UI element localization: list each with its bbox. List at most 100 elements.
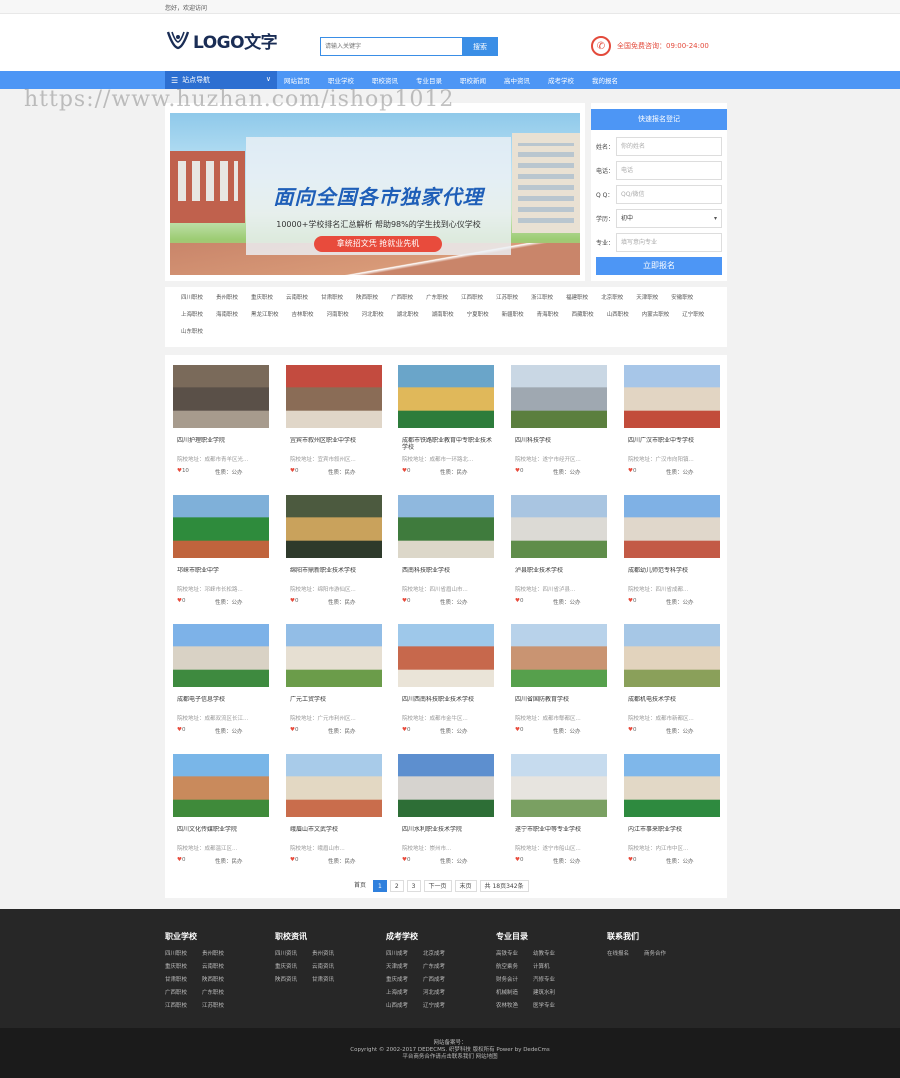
next-page-link[interactable]: 下一页	[423, 880, 452, 892]
footer-link[interactable]: 重庆成考	[386, 975, 423, 983]
region-tag[interactable]: 山东职校	[181, 329, 203, 336]
school-photo[interactable]	[624, 624, 720, 687]
region-tag[interactable]: 四川职校	[181, 295, 203, 302]
school-photo[interactable]	[173, 365, 269, 428]
footer-link[interactable]: 云南资讯	[312, 962, 349, 970]
school-name[interactable]: 成都机电技术学校	[628, 696, 718, 703]
school-card[interactable]: 遂宁市职业中等专业学校 院校地址：遂宁市船山区... ♥0 性质：公办	[503, 744, 607, 865]
footer-link[interactable]: 幼教专业	[533, 949, 570, 957]
footer-link[interactable]: 云南职校	[202, 962, 239, 970]
register-submit-button[interactable]: 立即报名	[596, 257, 722, 275]
school-photo[interactable]	[398, 624, 494, 687]
school-photo[interactable]	[286, 624, 382, 687]
region-tag[interactable]: 吉林职校	[292, 312, 314, 319]
page-link[interactable]: 1	[373, 880, 387, 892]
footer-link[interactable]: 航空乘务	[496, 962, 533, 970]
school-card[interactable]: 四川科技学校 院校地址：遂宁市经开区... ♥0 性质：公办	[503, 355, 607, 476]
footer-link[interactable]: 建筑水利	[533, 988, 570, 996]
school-name[interactable]: 四川水利职业技术学院	[402, 826, 492, 833]
nav-item[interactable]: 网站首页	[284, 75, 310, 85]
school-card[interactable]: 四川广汉市职业中专学校 院校地址：广汉市向阳镇... ♥0 性质：公办	[616, 355, 720, 476]
footer-link[interactable]: 广西成考	[423, 975, 460, 983]
region-tag[interactable]: 西藏职校	[572, 312, 594, 319]
region-tag[interactable]: 山西职校	[607, 312, 629, 319]
footer-link[interactable]: 机械制造	[496, 988, 533, 996]
region-tag[interactable]: 天津职校	[636, 295, 658, 302]
region-tag[interactable]: 宁夏职校	[467, 312, 489, 319]
region-tag[interactable]: 北京职校	[601, 295, 623, 302]
nav-item[interactable]: 我的报名	[592, 75, 618, 85]
school-name[interactable]: 遂宁市职业中等专业学校	[515, 826, 605, 833]
footer-link[interactable]: 农林牧渔	[496, 1001, 533, 1009]
school-photo[interactable]	[511, 624, 607, 687]
region-tag[interactable]: 云南职校	[286, 295, 308, 302]
school-card[interactable]: 四川护理职业学院 院校地址：成都市青羊区光... ♥10 性质：公办	[165, 355, 269, 476]
school-name[interactable]: 邛崃市职业中学	[177, 567, 267, 574]
qq-field[interactable]: QQ/微信	[616, 185, 722, 204]
school-photo[interactable]	[286, 365, 382, 428]
region-tag[interactable]: 上海职校	[181, 312, 203, 319]
school-card[interactable]: 峨眉山市文武学校 院校地址：峨眉山市... ♥0 性质：民办	[278, 744, 382, 865]
school-card[interactable]: 内江市事来职业学校 院校地址：内江市中区... ♥0 性质：公办	[616, 744, 720, 865]
footer-link[interactable]: 四川成考	[386, 949, 423, 957]
nav-item[interactable]: 职业学校	[328, 75, 354, 85]
region-tag[interactable]: 甘肃职校	[321, 295, 343, 302]
region-tag[interactable]: 江苏职校	[496, 295, 518, 302]
school-card[interactable]: 西南科技职业学校 院校地址：四川省眉山市... ♥0 性质：公办	[390, 485, 494, 606]
school-name[interactable]: 峨眉山市文武学校	[290, 826, 380, 833]
school-photo[interactable]	[511, 754, 607, 817]
school-name[interactable]: 成都幼儿师范专科学校	[628, 567, 718, 574]
school-name[interactable]: 成都市铁路职业教育中专职业技术学校	[402, 437, 492, 451]
school-card[interactable]: 四川水利职业技术学院 院校地址：崇州市... ♥0 性质：公办	[390, 744, 494, 865]
footer-link[interactable]: 河北成考	[423, 988, 460, 996]
footer-link[interactable]: 医学专业	[533, 1001, 570, 1009]
school-card[interactable]: 邛崃市职业中学 院校地址：邛崃市长松路... ♥0 性质：公办	[165, 485, 269, 606]
logo[interactable]: LOGO文字	[166, 26, 278, 54]
school-name[interactable]: 四川西南科技职业技术学校	[402, 696, 492, 703]
search-button[interactable]: 搜索	[462, 37, 498, 56]
region-tag[interactable]: 内蒙古职校	[642, 312, 670, 319]
school-name[interactable]: 四川文化传媒职业学院	[177, 826, 267, 833]
school-card[interactable]: 泸县职业技术学校 院校地址：四川省泸县... ♥0 性质：公办	[503, 485, 607, 606]
footer-link[interactable]: 重庆职校	[165, 962, 202, 970]
footer-link[interactable]: 天津成考	[386, 962, 423, 970]
school-photo[interactable]	[286, 495, 382, 558]
banner-cta-button[interactable]: 拿统招文凭 抢就业先机	[314, 236, 442, 252]
search-input[interactable]	[320, 37, 462, 56]
footer-link[interactable]: 北京成考	[423, 949, 460, 957]
footer-link[interactable]: 陕西职校	[202, 975, 239, 983]
region-tag[interactable]: 青海职校	[537, 312, 559, 319]
region-tag[interactable]: 安徽职校	[671, 295, 693, 302]
region-tag[interactable]: 湖南职校	[432, 312, 454, 319]
region-tag[interactable]: 浙江职校	[531, 295, 553, 302]
region-tag[interactable]: 黑龙江职校	[251, 312, 279, 319]
footer-link[interactable]: 上海成考	[386, 988, 423, 996]
footer-link[interactable]: 辽宁成考	[423, 1001, 460, 1009]
region-tag[interactable]: 河南职校	[327, 312, 349, 319]
footer-link[interactable]: 汽修专业	[533, 975, 570, 983]
school-photo[interactable]	[624, 365, 720, 428]
school-name[interactable]: 四川广汉市职业中专学校	[628, 437, 718, 444]
region-tag[interactable]: 湖北职校	[397, 312, 419, 319]
school-photo[interactable]	[511, 495, 607, 558]
page-link[interactable]: 2	[389, 880, 404, 892]
nav-item[interactable]: 成考学校	[548, 75, 574, 85]
school-photo[interactable]	[398, 754, 494, 817]
footer-link[interactable]: 山西成考	[386, 1001, 423, 1009]
school-photo[interactable]	[398, 365, 494, 428]
school-name[interactable]: 西南科技职业学校	[402, 567, 492, 574]
region-tag[interactable]: 重庆职校	[251, 295, 273, 302]
region-tag[interactable]: 广东职校	[426, 295, 448, 302]
school-name[interactable]: 内江市事来职业学校	[628, 826, 718, 833]
footer-link[interactable]: 商务合作	[644, 949, 681, 957]
major-field[interactable]: 填写意向专业	[616, 233, 722, 252]
region-tag[interactable]: 江西职校	[461, 295, 483, 302]
region-tag[interactable]: 陕西职校	[356, 295, 378, 302]
nav-item[interactable]: 高中资讯	[504, 75, 530, 85]
footer-link[interactable]: 江西职校	[165, 1001, 202, 1009]
school-photo[interactable]	[624, 495, 720, 558]
footer-link[interactable]: 四川职校	[165, 949, 202, 957]
school-card[interactable]: 四川省国防教育学校 院校地址：成都市郫都区... ♥0 性质：公办	[503, 614, 607, 735]
footer-link[interactable]: 广东职校	[202, 988, 239, 996]
nav-item[interactable]: 专业目录	[416, 75, 442, 85]
